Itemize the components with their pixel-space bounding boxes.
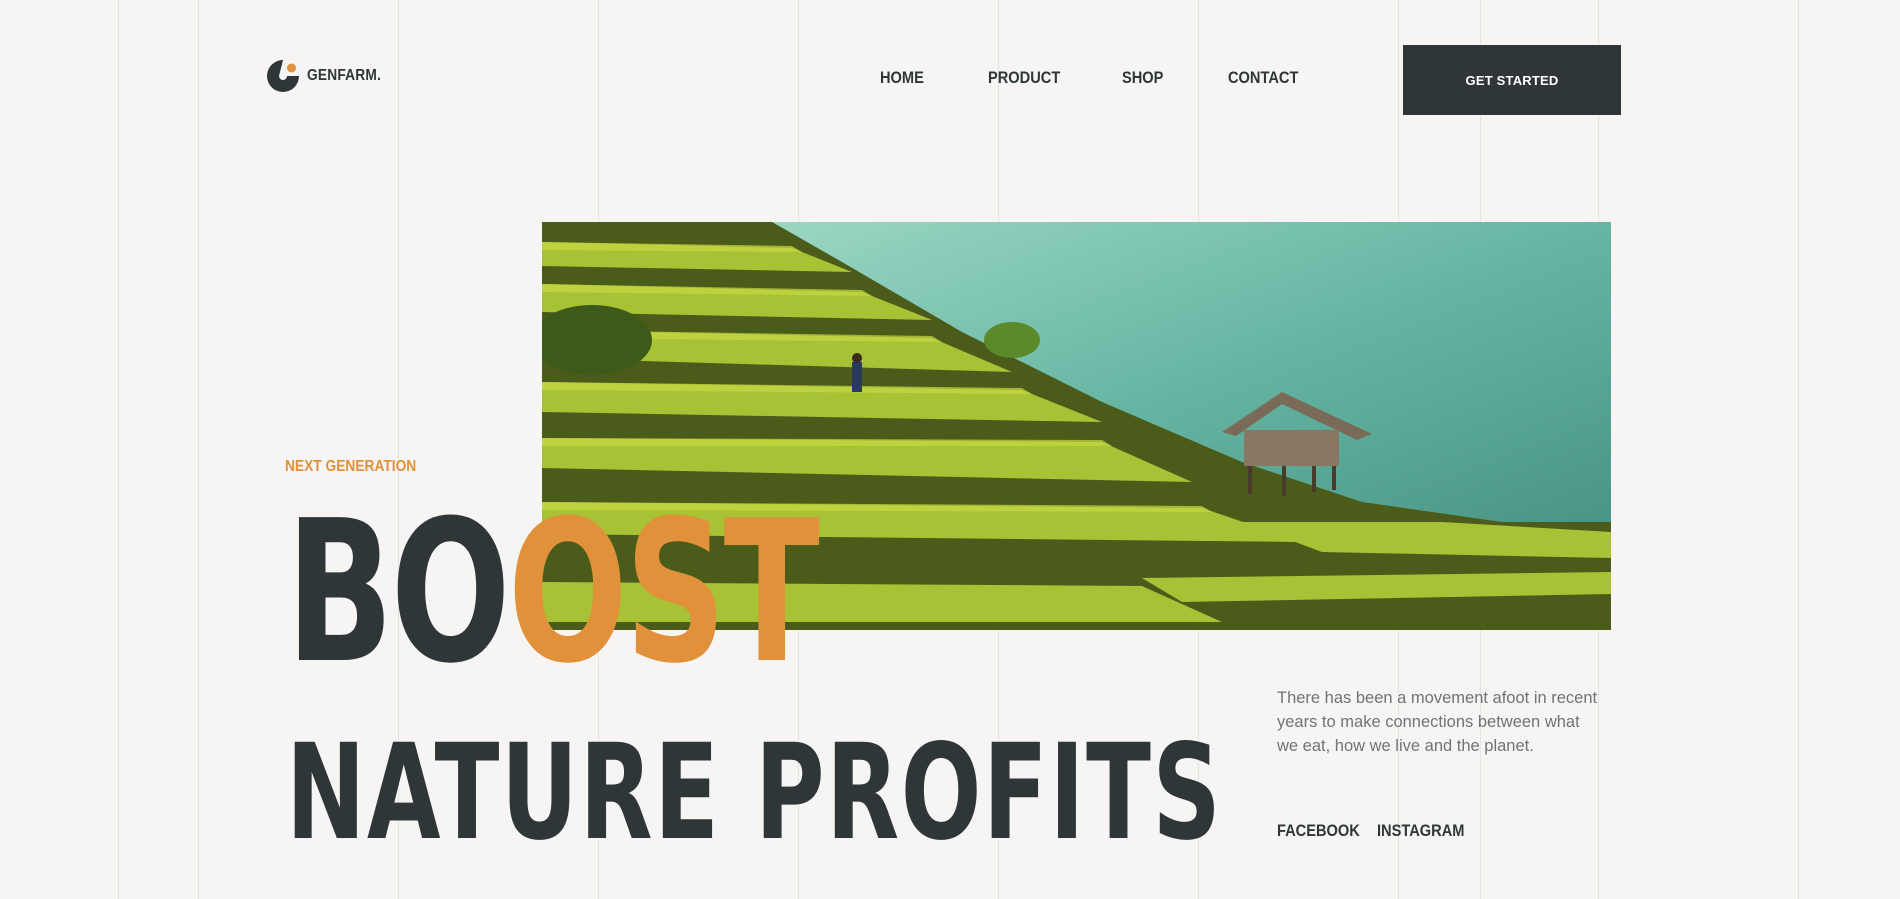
headline-accent-part: OST (507, 479, 820, 707)
nav-item-home[interactable]: HOME (880, 68, 924, 88)
hero-description: There has been a movement afoot in recen… (1277, 689, 1598, 755)
hero-headline-nature-profits: NATURE PROFITS (286, 716, 1223, 870)
hero-headline-boost: BOOST (286, 495, 820, 691)
instagram-link[interactable]: INSTAGRAM (1377, 821, 1464, 841)
nav-item-contact[interactable]: CONTACT (1228, 68, 1298, 88)
logo-mark-icon (267, 60, 299, 92)
get-started-button[interactable]: GET STARTED (1403, 45, 1621, 115)
hero-kicker: NEXT GENERATION (285, 458, 417, 475)
brand-name: GENFARM. (307, 67, 382, 84)
nav-item-shop[interactable]: SHOP (1122, 68, 1163, 88)
headline-dark-part: BO (286, 479, 511, 707)
brand-logo[interactable]: GENFARM. (265, 58, 393, 94)
facebook-link[interactable]: FACEBOOK (1277, 821, 1360, 841)
nav-item-product[interactable]: PRODUCT (988, 68, 1060, 88)
